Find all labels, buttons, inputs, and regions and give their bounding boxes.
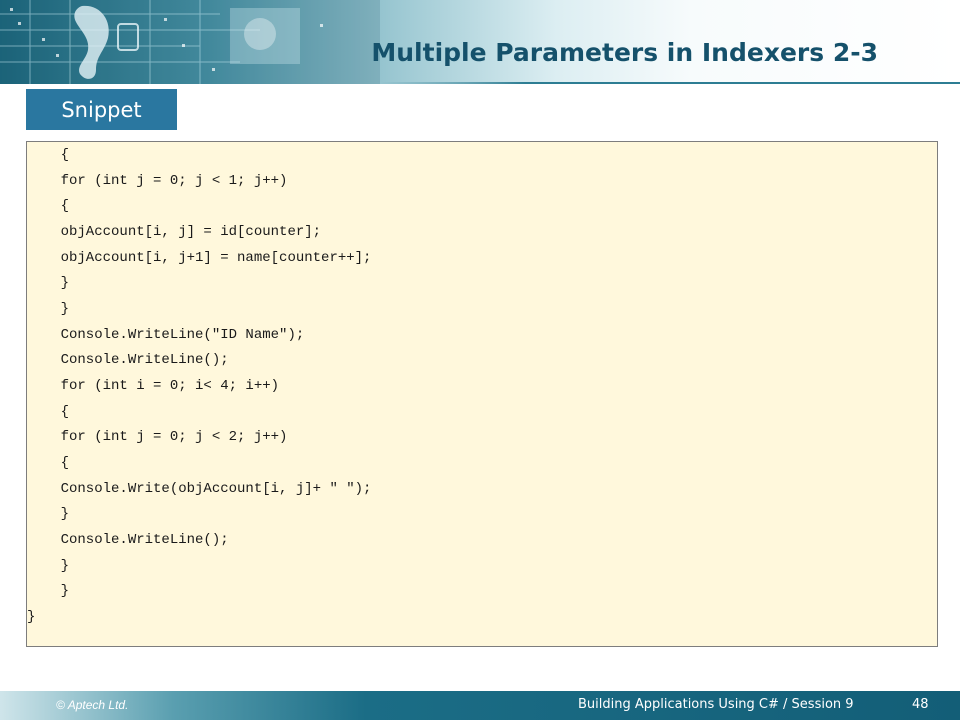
footer-page-number: 48	[912, 697, 929, 712]
code-line: }	[27, 609, 36, 625]
code-line: Console.WriteLine();	[27, 352, 229, 368]
slide-title: Multiple Parameters in Indexers 2-3	[371, 38, 878, 67]
code-line: {	[27, 198, 70, 214]
code-line: for (int j = 0; j < 2; j++)	[27, 429, 288, 445]
code-line: {	[27, 455, 70, 471]
code-line: {	[27, 147, 70, 163]
footer-bar: © Aptech Ltd. Building Applications Usin…	[0, 691, 960, 720]
header-banner: Multiple Parameters in Indexers 2-3	[0, 0, 960, 84]
technology-collage-image	[0, 0, 380, 84]
code-line: for (int j = 0; j < 1; j++)	[27, 173, 288, 189]
code-line: }	[27, 583, 70, 599]
code-line: {	[27, 404, 70, 420]
code-line: Console.WriteLine("ID Name");	[27, 327, 305, 343]
code-line: for (int i = 0; i< 4; i++)	[27, 378, 280, 394]
code-line: objAccount[i, j+1] = name[counter++];	[27, 250, 372, 266]
code-line: Console.WriteLine();	[27, 532, 229, 548]
footer-course-title: Building Applications Using C# / Session…	[578, 697, 854, 712]
code-line: }	[27, 275, 70, 291]
title-underline	[380, 82, 960, 84]
snippet-label: Snippet	[26, 89, 177, 130]
code-line: }	[27, 301, 70, 317]
code-snippet-box: { for (int j = 0; j < 1; j++) { objAccou…	[26, 141, 938, 647]
code-line: objAccount[i, j] = id[counter];	[27, 224, 322, 240]
code-line: }	[27, 506, 70, 522]
footer-copyright: © Aptech Ltd.	[56, 698, 129, 712]
code-line: Console.Write(objAccount[i, j]+ " ");	[27, 481, 372, 497]
code-line: }	[27, 558, 70, 574]
